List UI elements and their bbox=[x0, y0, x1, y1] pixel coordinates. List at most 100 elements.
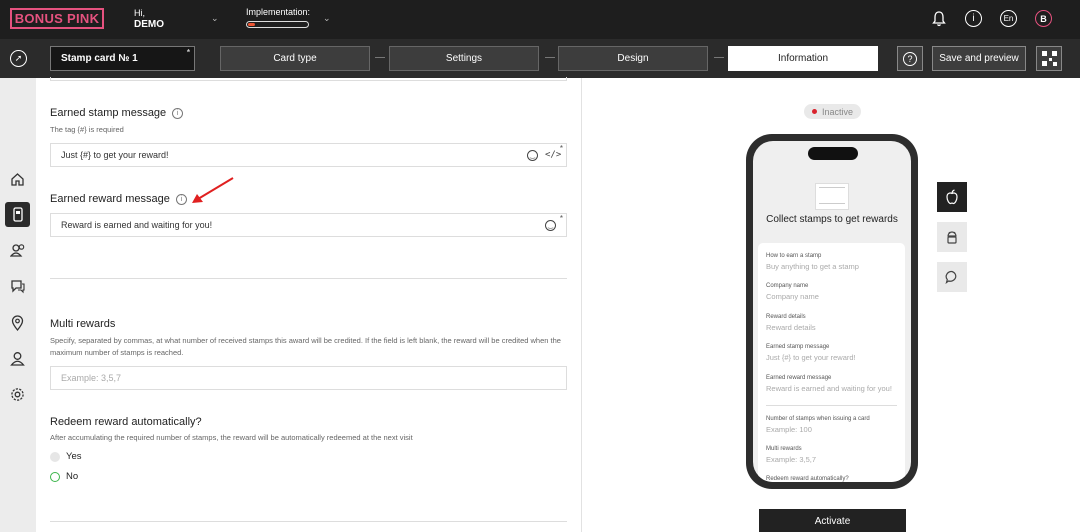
location-icon[interactable] bbox=[5, 310, 30, 335]
section-divider bbox=[50, 278, 567, 279]
preview-details: How to earn a stamp Buy anything to get … bbox=[758, 243, 905, 482]
preview-field-value: Reward is earned and waiting for you! bbox=[766, 384, 892, 393]
greeting-text: Hi, bbox=[134, 8, 145, 18]
redeem-auto-hint: After accumulating the required number o… bbox=[50, 433, 413, 442]
chevron-down-icon[interactable]: ⌄ bbox=[323, 13, 331, 24]
information-form: Earned stamp message i The tag {#} is re… bbox=[36, 77, 581, 532]
android-icon[interactable] bbox=[937, 222, 967, 252]
redeem-yes-radio[interactable]: Yes bbox=[50, 451, 82, 462]
required-mark: * bbox=[559, 144, 563, 153]
preview-field-label: Multi rewards bbox=[766, 446, 802, 452]
chevron-down-icon[interactable]: ⌄ bbox=[211, 13, 219, 24]
multi-rewards-label: Multi rewards bbox=[50, 318, 116, 330]
radio-label: Yes bbox=[66, 451, 82, 462]
status-dot-icon bbox=[812, 109, 817, 114]
preview-field-value: Reward details bbox=[766, 323, 816, 332]
card-preview-panel: Inactive Collect stamps to get rewards H… bbox=[581, 78, 1080, 532]
save-and-preview-button[interactable]: Save and preview bbox=[932, 46, 1026, 71]
users-icon[interactable] bbox=[5, 238, 30, 263]
implementation-progress bbox=[246, 21, 309, 28]
preview-divider bbox=[766, 405, 897, 406]
preview-field-label: Redeem reward automatically? bbox=[766, 476, 849, 482]
multi-rewards-placeholder: Example: 3,5,7 bbox=[61, 373, 122, 383]
earned-stamp-hint: The tag {#} is required bbox=[50, 125, 124, 134]
radio-label: No bbox=[66, 471, 79, 482]
compass-icon[interactable]: ➚ bbox=[10, 50, 27, 67]
preview-headline: Collect stamps to get rewards bbox=[766, 214, 898, 225]
info-icon[interactable]: i bbox=[172, 107, 184, 119]
redeem-no-radio[interactable]: No bbox=[50, 471, 78, 482]
user-name: DEMO bbox=[134, 19, 164, 30]
card-image bbox=[815, 183, 849, 210]
earned-reward-input[interactable]: Reward is earned and waiting for you! ‿ … bbox=[50, 213, 567, 237]
tab-separator bbox=[545, 57, 555, 58]
chat-icon[interactable] bbox=[5, 274, 30, 299]
profile-icon[interactable] bbox=[5, 346, 30, 371]
earned-stamp-label: Earned stamp message i bbox=[50, 107, 184, 119]
emoji-icon[interactable]: ‿ bbox=[545, 220, 556, 231]
annotation-arrow-icon bbox=[192, 177, 234, 203]
card-name-value: Stamp card № 1 bbox=[61, 53, 138, 64]
earned-stamp-label-text: Earned stamp message bbox=[50, 107, 167, 119]
earned-stamp-input[interactable]: Just {#} to get your reward! ‿ </> * bbox=[50, 143, 567, 167]
multi-rewards-input[interactable]: Example: 3,5,7 bbox=[50, 366, 567, 390]
status-text: Inactive bbox=[822, 106, 854, 117]
earned-reward-label-text: Earned reward message bbox=[50, 193, 170, 205]
activate-button[interactable]: Activate bbox=[759, 509, 906, 532]
apple-icon[interactable] bbox=[937, 182, 967, 212]
status-badge: Inactive bbox=[804, 104, 862, 119]
info-icon[interactable]: i bbox=[965, 10, 982, 27]
home-icon[interactable] bbox=[5, 167, 30, 192]
preview-field-value: Buy anything to get a stamp bbox=[766, 262, 859, 271]
preview-field-value: Example: 100 bbox=[766, 425, 812, 434]
tab-design[interactable]: Design bbox=[558, 46, 708, 71]
multi-rewards-hint: Specify, separated by commas, at what nu… bbox=[50, 336, 561, 357]
tab-separator bbox=[714, 57, 724, 58]
preview-field-label: Earned stamp message bbox=[766, 344, 830, 350]
top-bar: BONUS PINK Hi, DEMO ⌄ Implementation: ⌄ … bbox=[0, 0, 1080, 39]
avatar[interactable]: B bbox=[1035, 10, 1052, 27]
settings-icon[interactable] bbox=[5, 382, 30, 407]
implementation-progress-fill bbox=[248, 23, 255, 26]
tab-separator bbox=[375, 57, 385, 58]
redeem-auto-label: Redeem reward automatically? bbox=[50, 416, 202, 428]
chat-icon[interactable] bbox=[937, 262, 967, 292]
earned-reward-label: Earned reward message i bbox=[50, 193, 187, 205]
previous-field-edge bbox=[50, 77, 567, 81]
phone-notch bbox=[808, 147, 858, 160]
card-name-field[interactable]: Stamp card № 1 * bbox=[50, 46, 195, 71]
sidebar bbox=[0, 78, 36, 532]
preview-field-label: How to earn a stamp bbox=[766, 253, 822, 259]
preview-field-label: Earned reward message bbox=[766, 375, 832, 381]
user-greeting[interactable]: Hi, DEMO bbox=[134, 7, 164, 31]
radio-selected-icon bbox=[50, 471, 60, 482]
help-button[interactable]: ? bbox=[897, 46, 923, 71]
preview-field-value: Company name bbox=[766, 292, 819, 301]
editor-toolbar: ➚ Stamp card № 1 * Card type Settings De… bbox=[0, 39, 1080, 78]
radio-unselected-icon bbox=[50, 451, 60, 462]
qr-code-button[interactable] bbox=[1036, 46, 1062, 71]
help-icon: ? bbox=[903, 51, 917, 66]
card-icon[interactable] bbox=[5, 202, 30, 227]
preview-field-label: Company name bbox=[766, 283, 809, 289]
preview-field-label: Number of stamps when issuing a card bbox=[766, 416, 870, 422]
logo[interactable]: BONUS PINK bbox=[10, 8, 104, 29]
earned-reward-value: Reward is earned and waiting for you! bbox=[61, 220, 213, 230]
tab-card-type[interactable]: Card type bbox=[220, 46, 370, 71]
section-divider bbox=[50, 521, 567, 522]
qr-code-icon bbox=[1041, 51, 1057, 66]
language-switcher[interactable]: En bbox=[1000, 10, 1017, 27]
tab-settings[interactable]: Settings bbox=[389, 46, 539, 71]
implementation-label: Implementation: bbox=[246, 7, 311, 17]
phone-screen: Collect stamps to get rewards How to ear… bbox=[753, 141, 911, 482]
preview-field-value: Example: 3,5,7 bbox=[766, 455, 817, 464]
preview-field-value: Just {#} to get your reward! bbox=[766, 353, 856, 362]
earned-stamp-value: Just {#} to get your reward! bbox=[61, 150, 169, 160]
insert-tag-icon[interactable]: </> bbox=[545, 150, 561, 160]
phone-mockup: Collect stamps to get rewards How to ear… bbox=[746, 134, 918, 489]
required-mark: * bbox=[186, 48, 190, 57]
tab-information[interactable]: Information bbox=[728, 46, 878, 71]
required-mark: * bbox=[559, 214, 563, 223]
emoji-icon[interactable]: ‿ bbox=[527, 150, 538, 161]
bell-icon[interactable] bbox=[930, 10, 947, 27]
